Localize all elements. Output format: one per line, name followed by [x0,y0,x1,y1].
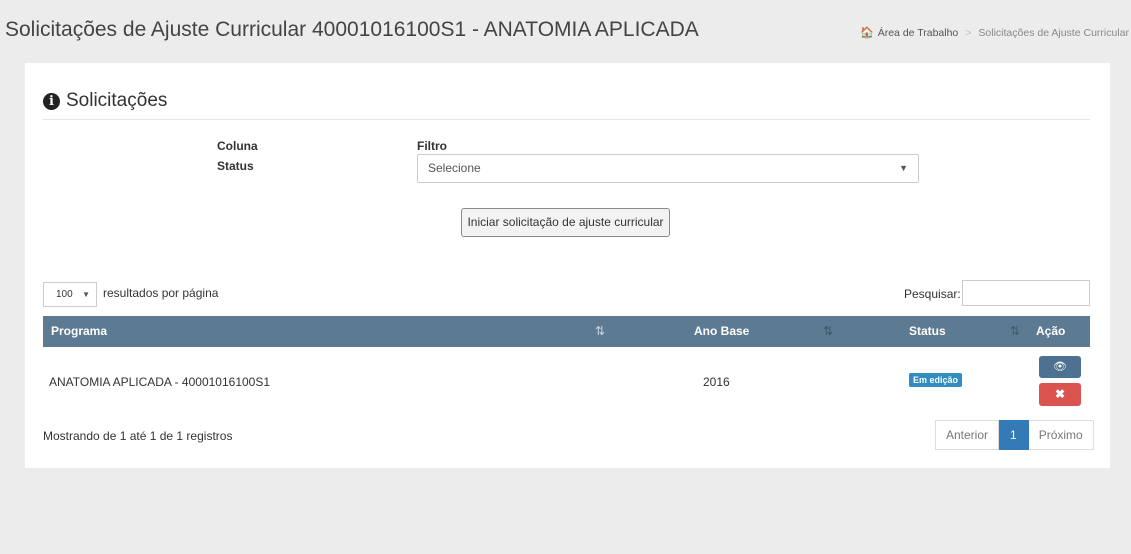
table-info: Mostrando de 1 até 1 de 1 registros [43,429,233,443]
panel-title: Solicitações [66,90,168,111]
page-size-value: 100 [56,289,73,300]
cell-ano-base: 2016 [703,375,730,389]
column-ano-base[interactable]: Ano Base [694,316,749,347]
search-input[interactable] [962,280,1090,306]
column-status[interactable]: Status [909,316,946,347]
caret-down-icon: ▼ [82,290,90,299]
sort-icon[interactable]: ⇅ [823,316,833,347]
delete-button[interactable]: ✖ [1039,383,1081,406]
panel-header: i Solicitações [43,89,1090,120]
cell-programa: ANATOMIA APLICADA - 40001016100S1 [49,375,271,389]
pagination: Anterior 1 Próximo [935,420,1094,450]
sort-asc-icon[interactable]: ⇅ [595,316,605,347]
column-programa[interactable]: Programa [51,316,107,347]
breadcrumb: 🏠 Área de Trabalho > Solicitações de Aju… [860,26,1129,40]
prev-page-button[interactable]: Anterior [935,420,1000,450]
breadcrumb-item-home[interactable]: Área de Trabalho [878,27,959,39]
breadcrumb-separator: > [965,26,972,39]
column-acao: Ação [1036,324,1066,338]
column-header-label: Coluna [217,139,258,153]
search-label: Pesquisar: [904,287,961,301]
page-size-label: resultados por página [103,286,219,300]
status-filter-value: Selecione [428,161,481,175]
page-size-select[interactable]: 100 ▼ [43,282,97,307]
sort-icon[interactable]: ⇅ [1010,316,1020,347]
home-icon: 🏠 [860,27,874,39]
status-column-label: Status [217,159,254,173]
eye-icon: 👁 [1053,361,1067,373]
filter-header-label: Filtro [417,139,447,153]
close-icon: ✖ [1054,387,1066,401]
info-circle-icon: i [43,92,60,110]
breadcrumb-item-current: Solicitações de Ajuste Curricular [978,26,1129,39]
status-badge: Em edição [909,373,963,387]
caret-down-icon: ▼ [899,163,908,173]
start-request-button[interactable]: Iniciar solicitação de ajuste curricular [461,208,670,237]
next-page-button[interactable]: Próximo [1028,420,1094,450]
view-button[interactable]: 👁 [1039,356,1081,378]
table-header: Programa ⇅ Ano Base ⇅ Status ⇅ Ação [43,316,1090,347]
requests-panel: i Solicitações Coluna Filtro Status Sele… [25,63,1110,468]
page-title: Solicitações de Ajuste Curricular 400010… [5,18,699,41]
page-1-button[interactable]: 1 [999,420,1029,450]
status-filter-select[interactable]: Selecione ▼ [417,154,919,183]
